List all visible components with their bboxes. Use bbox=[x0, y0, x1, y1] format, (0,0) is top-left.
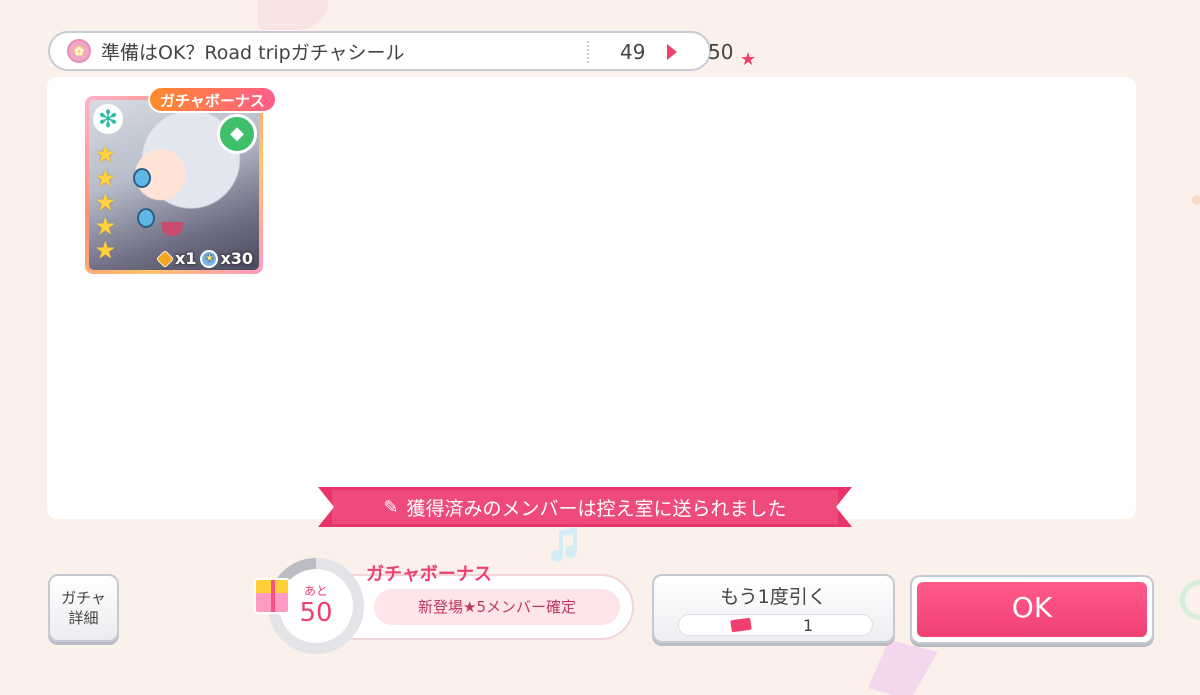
rarity-star-icon: ★ bbox=[95, 238, 116, 264]
star-coin-icon: ★ bbox=[200, 249, 219, 268]
background-decoration bbox=[868, 640, 938, 695]
bonus-ring-inner: あと 50 bbox=[279, 569, 353, 643]
rarity-star-icon: ★ bbox=[95, 214, 116, 240]
gacha-header: ✿ 準備はOK？Road tripガチャシール 49 50 ★ bbox=[48, 31, 756, 71]
gacha-title: 準備はOK？Road tripガチャシール bbox=[101, 41, 405, 64]
gacha-bonus-progress: あと 50 ガチャボーナス 新登場★5メンバー確定 bbox=[254, 556, 639, 656]
bonus-title: ガチャボーナス bbox=[366, 564, 492, 585]
card-art-detail bbox=[133, 168, 151, 188]
result-message-ribbon: ✎ 獲得済みのメンバーは控え室に送られました bbox=[318, 487, 852, 527]
rarity-star-icon: ★ bbox=[95, 190, 116, 216]
star-icon: ★ bbox=[740, 49, 757, 70]
attribute-icon: ✻ bbox=[93, 104, 123, 134]
ticket-icon bbox=[730, 617, 752, 633]
gacha-details-label-line1: ガチャ bbox=[61, 589, 106, 607]
remaining-label: あと bbox=[303, 584, 328, 598]
result-message: 獲得済みのメンバーは控え室に送られました bbox=[406, 497, 787, 520]
item-count: x1 bbox=[175, 249, 197, 268]
pull-count-before: 49 bbox=[620, 40, 646, 64]
pen-icon: ✎ bbox=[383, 496, 399, 518]
card-rewards: x1 ★ x30 bbox=[155, 249, 254, 268]
type-badge-icon: ◆ bbox=[217, 114, 257, 154]
gift-icon bbox=[254, 578, 290, 614]
pull-cost: 1 bbox=[678, 614, 873, 636]
pull-count-after: 50 bbox=[708, 40, 734, 64]
sticker-icon: ✿ bbox=[67, 39, 91, 63]
card-art-detail bbox=[137, 208, 155, 228]
gacha-bonus-tag: ガチャボーナス bbox=[148, 86, 277, 113]
pull-again-label: もう1度引く bbox=[720, 586, 827, 608]
cube-icon bbox=[155, 249, 175, 268]
member-card[interactable]: ✻ ◆ ★ ★ ★ ★ ★ x1 ★ x30 bbox=[85, 96, 263, 274]
star-count: x30 bbox=[220, 249, 254, 268]
bonus-description: 新登場★5メンバー確定 bbox=[374, 589, 620, 625]
member-card-art: ✻ ◆ ★ ★ ★ ★ ★ x1 ★ x30 bbox=[89, 100, 259, 270]
ok-button-label: OK bbox=[917, 582, 1147, 637]
card-art-detail bbox=[161, 222, 183, 236]
rarity-star-icon: ★ bbox=[95, 142, 116, 168]
gacha-details-button[interactable]: ガチャ 詳細 bbox=[48, 574, 119, 642]
arrow-right-icon bbox=[667, 44, 677, 60]
pull-cost-count: 1 bbox=[803, 615, 814, 635]
background-decoration bbox=[1180, 580, 1200, 620]
background-decoration bbox=[258, 0, 328, 30]
rarity-stars: ★ ★ ★ ★ ★ bbox=[95, 144, 116, 263]
pull-again-button[interactable]: もう1度引く 1 bbox=[652, 574, 895, 643]
ok-button[interactable]: OK bbox=[910, 575, 1154, 644]
gacha-details-label-line2: 詳細 bbox=[68, 609, 99, 627]
divider bbox=[587, 41, 589, 63]
remaining-count: 50 bbox=[299, 598, 333, 628]
rarity-star-icon: ★ bbox=[95, 166, 116, 192]
background-decoration bbox=[1192, 195, 1200, 205]
